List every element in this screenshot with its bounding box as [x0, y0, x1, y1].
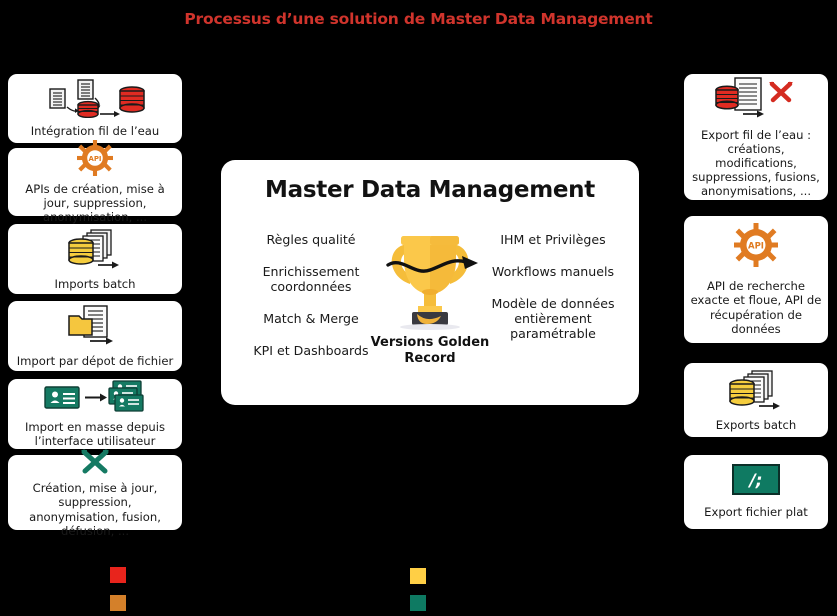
card-apis-creation[interactable]: API APIs de création, mise à jour, suppr… [8, 139, 182, 224]
center-panel-title: Master Data Management [265, 177, 595, 203]
swatch-red [110, 567, 126, 583]
card-label: Imports batch [54, 276, 136, 291]
card-label: Export fichier plat [704, 505, 808, 520]
user-cards-icon [43, 380, 147, 418]
api-gear-icon: API [734, 223, 778, 271]
database-stream-icon [40, 78, 150, 122]
center-right-features: IHM et Privilèges Workflows manuels Modè… [473, 232, 633, 342]
flat-file-icon: /; [732, 464, 780, 499]
card-integration-fil-de-leau[interactable]: Intégration fil de l’eau [8, 74, 182, 143]
swatch-teal [410, 595, 426, 611]
card-api-recherche[interactable]: API API de recherche exacte et floue, AP… [684, 216, 828, 343]
svg-text:API: API [748, 242, 764, 252]
card-creation-mise-a-jour[interactable]: Création, mise à jour, suppression, anon… [8, 449, 182, 538]
card-exports-batch[interactable]: Exports batch [684, 363, 828, 437]
card-label: Intégration fil de l’eau [30, 124, 160, 139]
card-imports-batch[interactable]: Imports batch [8, 224, 182, 294]
card-label: Import par dépot de fichier [16, 353, 174, 368]
card-label: APIs de création, mise à jour, suppressi… [25, 181, 165, 225]
feature-item: Workflows manuels [491, 264, 615, 280]
svg-text:API: API [88, 155, 101, 163]
card-import-en-masse-ui[interactable]: Import en masse depuis l’interface utili… [8, 379, 182, 449]
database-documents-icon [64, 227, 126, 275]
svg-text:/;: /; [747, 471, 762, 491]
feature-item: Modèle de données entièrement paramétrab… [491, 296, 615, 342]
card-import-depot-fichier[interactable]: Import par dépot de fichier [8, 301, 182, 371]
trophy-icon [374, 236, 486, 334]
card-label: Import en masse depuis l’interface utili… [24, 419, 166, 448]
card-label: Exports batch [715, 417, 797, 432]
card-export-fichier-plat[interactable]: /; Export fichier plat [684, 455, 828, 529]
card-label: API de recherche exacte et floue, API de… [690, 279, 822, 336]
folder-document-icon [64, 304, 126, 352]
card-label: Export fil de l’eau : créations, modific… [692, 127, 820, 199]
swatch-yellow [410, 568, 426, 584]
card-label: Création, mise à jour, suppression, anon… [29, 481, 161, 538]
card-export-fil-de-leau[interactable]: Export fil de l’eau : créations, modific… [684, 74, 828, 200]
database-documents-icon [725, 368, 787, 416]
api-gear-icon: API [77, 139, 113, 180]
center-panel: Master Data Management Règles qualité En… [221, 160, 639, 405]
feature-item: IHM et Privilèges [500, 232, 606, 247]
database-document-tools-icon [713, 76, 799, 126]
swatch-orange [110, 595, 126, 611]
page-title: Processus d’une solution de Master Data … [184, 10, 653, 28]
tools-icon [78, 447, 112, 479]
